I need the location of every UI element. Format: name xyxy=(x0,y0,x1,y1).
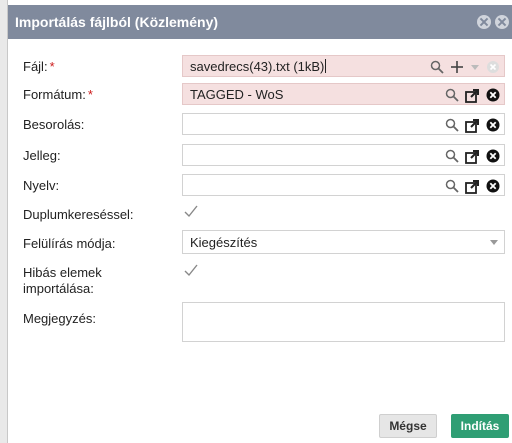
open-external-icon[interactable] xyxy=(465,88,480,103)
classification-actions xyxy=(445,117,500,133)
file-field[interactable]: savedrecs(43).txt (1kB) xyxy=(182,55,505,77)
language-actions xyxy=(445,178,500,194)
dialog-titlebar: Importálás fájlból (Közlemény) xyxy=(8,5,512,39)
plus-icon[interactable] xyxy=(450,60,464,74)
search-icon[interactable] xyxy=(445,149,459,163)
search-icon[interactable] xyxy=(430,60,444,74)
format-field[interactable]: TAGGED - WoS xyxy=(182,83,505,105)
classification-field[interactable] xyxy=(182,113,505,135)
format-actions xyxy=(445,87,500,103)
format-value: TAGGED - WoS xyxy=(190,87,284,102)
note-label: Megjegyzés: xyxy=(23,311,96,326)
type-actions xyxy=(445,148,500,164)
close-icon[interactable] xyxy=(495,15,509,29)
file-actions xyxy=(430,59,500,75)
file-value: savedrecs(43).txt (1kB) xyxy=(190,59,327,74)
duplicate-search-checkbox[interactable] xyxy=(184,205,198,218)
chevron-down-icon[interactable] xyxy=(470,60,480,74)
import-dialog: Importálás fájlból (Közlemény) Fájl: * sa… xyxy=(7,0,512,443)
overwrite-mode-value: Kiegészítés xyxy=(190,235,258,250)
file-label: Fájl: * xyxy=(23,59,55,74)
clear-icon[interactable] xyxy=(486,60,500,74)
open-external-icon[interactable] xyxy=(465,118,480,133)
duplicate-search-label: Duplumkereséssel: xyxy=(23,207,134,222)
search-icon[interactable] xyxy=(445,179,459,193)
language-label: Nyelv: xyxy=(23,178,60,193)
minimize-icon[interactable] xyxy=(477,15,491,29)
remove-icon[interactable] xyxy=(486,149,500,163)
search-icon[interactable] xyxy=(445,88,459,102)
dialog-title: Importálás fájlból (Közlemény) xyxy=(15,14,219,30)
import-errors-checkbox[interactable] xyxy=(184,264,198,277)
chevron-down-icon xyxy=(490,240,498,245)
classification-label: Besorolás: xyxy=(23,117,85,132)
start-button[interactable]: Indítás xyxy=(451,414,509,438)
open-external-icon[interactable] xyxy=(465,179,480,194)
language-field[interactable] xyxy=(182,174,505,196)
type-label: Jelleg: xyxy=(23,148,61,163)
remove-icon[interactable] xyxy=(486,179,500,193)
overwrite-mode-label: Felülírás módja: xyxy=(23,236,116,251)
overwrite-mode-select[interactable]: Kiegészítés xyxy=(182,230,505,254)
search-icon[interactable] xyxy=(445,118,459,132)
import-errors-label: Hibás elemek importálása: xyxy=(23,265,102,296)
note-textarea[interactable] xyxy=(182,302,505,342)
format-label: Formátum: * xyxy=(23,87,93,102)
cancel-button[interactable]: Mégse xyxy=(379,414,437,438)
open-external-icon[interactable] xyxy=(465,149,480,164)
remove-icon[interactable] xyxy=(486,88,500,102)
remove-icon[interactable] xyxy=(486,118,500,132)
type-field[interactable] xyxy=(182,144,505,166)
